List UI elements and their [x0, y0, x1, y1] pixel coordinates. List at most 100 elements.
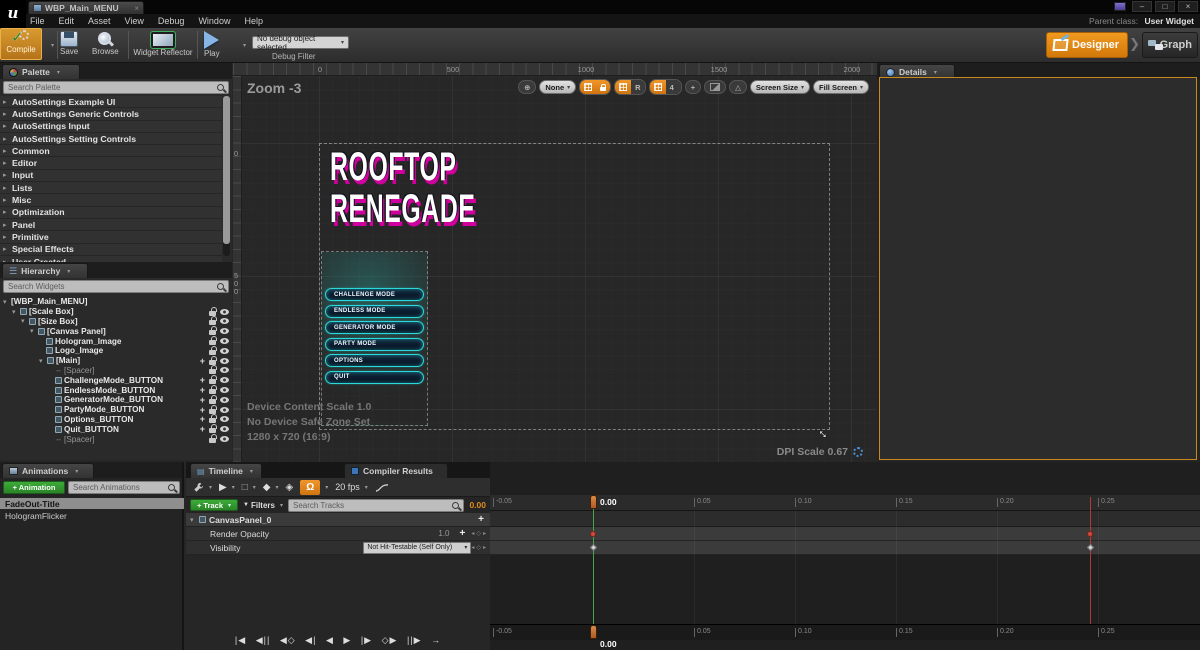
- animation-settings-button[interactable]: ▾: [193, 482, 212, 493]
- stop-options-button[interactable]: □▾: [242, 482, 256, 493]
- hierarchy-row[interactable]: ▾[WBP_Main_MENU]: [0, 297, 232, 307]
- visibility-eye-icon[interactable]: [220, 309, 229, 315]
- hierarchy-search-input[interactable]: [3, 280, 229, 293]
- tab-close-icon[interactable]: ×: [134, 4, 139, 13]
- lane-render-opacity[interactable]: [490, 527, 1200, 541]
- menu-file[interactable]: File: [30, 16, 45, 26]
- visibility-dropdown[interactable]: Not Hit-Testable (Self Only)▾: [363, 542, 471, 554]
- rotation-grid-toggle[interactable]: [615, 80, 631, 94]
- tab-options-caret[interactable]: ▾: [57, 69, 60, 76]
- screen-size-dropdown[interactable]: Screen Size▾: [750, 80, 810, 94]
- add-property-button[interactable]: +: [478, 514, 490, 525]
- keyframe-opacity-end[interactable]: [1087, 531, 1093, 537]
- next-key-button[interactable]: ◇▶: [382, 635, 398, 645]
- lock-icon[interactable]: [209, 311, 216, 316]
- localization-preview-button[interactable]: ⊕: [518, 80, 536, 94]
- lock-icon[interactable]: [209, 428, 216, 433]
- playhead-marker[interactable]: [590, 495, 597, 509]
- debug-object-dropdown[interactable]: No debug object selected▾: [252, 36, 349, 49]
- visibility-eye-icon[interactable]: [220, 318, 229, 324]
- to-front-button[interactable]: |◀: [235, 635, 246, 645]
- designer-mode-button[interactable]: Designer: [1046, 32, 1128, 58]
- prev-key-button[interactable]: ◀◇: [280, 635, 296, 645]
- move-icon[interactable]: +: [200, 377, 205, 383]
- browse-button[interactable]: Browse: [92, 31, 119, 56]
- animations-tab[interactable]: Animations ▾: [2, 463, 94, 478]
- hierarchy-row[interactable]: Logo_Image: [0, 346, 232, 356]
- menu-debug[interactable]: Debug: [158, 16, 185, 26]
- endless-mode-button[interactable]: ENDLESS MODE: [325, 305, 424, 318]
- hierarchy-row[interactable]: ↔[Spacer]: [0, 434, 232, 444]
- animations-search[interactable]: [68, 481, 180, 494]
- transform-mode-button[interactable]: +: [685, 80, 701, 94]
- opacity-value[interactable]: 1.0: [438, 529, 459, 538]
- visibility-eye-icon[interactable]: [220, 436, 229, 442]
- challenge-mode-button[interactable]: CHALLENGE MODE: [325, 288, 424, 301]
- tab-options-caret[interactable]: ▾: [934, 69, 937, 76]
- play-options-caret[interactable]: ▾: [243, 42, 246, 49]
- move-icon[interactable]: +: [200, 426, 205, 432]
- hierarchy-search[interactable]: [3, 280, 229, 293]
- track-row-canvaspanel[interactable]: ▾ CanvasPanel_0 +: [186, 513, 490, 527]
- close-button[interactable]: ×: [1178, 1, 1198, 12]
- preview-background-dropdown[interactable]: None▾: [539, 80, 576, 94]
- move-icon[interactable]: +: [200, 387, 205, 393]
- animation-item[interactable]: HologramFlicker: [0, 510, 184, 521]
- lock-icon[interactable]: [209, 340, 216, 345]
- add-key-button[interactable]: +: [460, 528, 472, 539]
- curve-editor-button[interactable]: [375, 482, 389, 493]
- hierarchy-row[interactable]: PartyMode_BUTTON+: [0, 405, 232, 415]
- generator-mode-button[interactable]: GENERATOR MODE: [325, 321, 424, 334]
- move-icon[interactable]: +: [200, 416, 205, 422]
- menu-asset[interactable]: Asset: [88, 16, 111, 26]
- prev-frame-button[interactable]: ◀||: [256, 635, 271, 645]
- safe-zone-button[interactable]: △: [729, 80, 747, 94]
- palette-search[interactable]: [3, 81, 229, 94]
- hierarchy-row[interactable]: Options_BUTTON+: [0, 415, 232, 425]
- lock-icon[interactable]: [209, 418, 216, 423]
- timeline-track-area[interactable]: -0.05 0.05 0.10 0.15 0.20 0.25 0.00 -0.0…: [490, 462, 1200, 650]
- tab-options-caret[interactable]: ▾: [75, 468, 78, 475]
- lock-icon[interactable]: [209, 369, 216, 374]
- track-row-render-opacity[interactable]: Render Opacity 1.0 + ◂◇▸: [186, 527, 490, 541]
- hierarchy-row[interactable]: ▾[Canvas Panel]: [0, 326, 232, 336]
- next-frame-button[interactable]: ||▶: [407, 635, 422, 645]
- visibility-eye-icon[interactable]: [220, 407, 229, 413]
- visibility-eye-icon[interactable]: [220, 377, 229, 383]
- visibility-eye-icon[interactable]: [220, 358, 229, 364]
- animation-item-selected[interactable]: FadeOut-Title: [0, 498, 184, 509]
- hierarchy-row[interactable]: Hologram_Image: [0, 336, 232, 346]
- palette-category[interactable]: ▸Lists: [0, 182, 222, 194]
- playback-end-line[interactable]: [1090, 497, 1091, 640]
- playback-options-button[interactable]: ▶▾: [219, 482, 235, 493]
- visibility-eye-icon[interactable]: [220, 416, 229, 422]
- visibility-eye-icon[interactable]: [220, 397, 229, 403]
- step-back-button[interactable]: ◀|: [305, 635, 316, 645]
- visibility-eye-icon[interactable]: [220, 328, 229, 334]
- fill-screen-dropdown[interactable]: Fill Screen▾: [813, 80, 869, 94]
- tab-options-caret[interactable]: ▾: [67, 268, 70, 275]
- menu-window[interactable]: Window: [198, 16, 230, 26]
- visibility-eye-icon[interactable]: [220, 387, 229, 393]
- visibility-eye-icon[interactable]: [220, 426, 229, 432]
- track-search[interactable]: [288, 499, 464, 512]
- tab-options-caret[interactable]: ▾: [250, 468, 253, 475]
- grid-snap-toggle[interactable]: [580, 80, 596, 94]
- hierarchy-row[interactable]: ChallengeMode_BUTTON+: [0, 375, 232, 385]
- lock-icon[interactable]: [209, 399, 216, 404]
- visibility-eye-icon[interactable]: [220, 338, 229, 344]
- game-logo[interactable]: ROOFTOP RENEGADE: [330, 146, 476, 230]
- preview-image-button[interactable]: [704, 80, 726, 94]
- designer-viewport[interactable]: 0 500 1000 1500 2000 0 5 0 0 Zoom -3 ⊕ N…: [233, 63, 877, 462]
- track-search-input[interactable]: [288, 499, 464, 512]
- palette-search-input[interactable]: [3, 81, 229, 94]
- timeline-tab[interactable]: ▤ Timeline ▾: [190, 463, 262, 478]
- hierarchy-row[interactable]: GeneratorMode_BUTTON+: [0, 395, 232, 405]
- keyframe-nav[interactable]: ◂◇▸: [471, 530, 490, 537]
- lock-icon[interactable]: [209, 350, 216, 355]
- snapping-toggle[interactable]: Ω▾: [300, 480, 328, 495]
- palette-tab[interactable]: Palette ▾: [2, 64, 80, 79]
- play-button[interactable]: Play: [204, 31, 220, 58]
- hierarchy-row[interactable]: ▾[Scale Box]: [0, 307, 232, 317]
- palette-category[interactable]: ▸Optimization: [0, 207, 222, 219]
